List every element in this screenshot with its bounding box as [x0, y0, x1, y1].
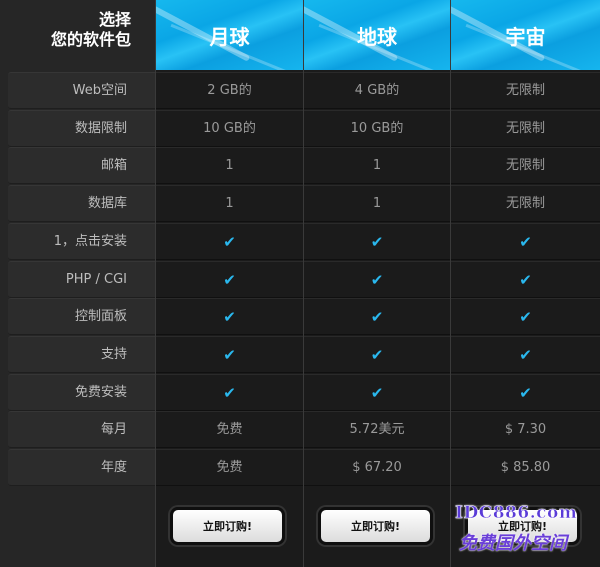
feature-value: 1: [156, 185, 303, 223]
feature-value: $ 85.80: [451, 449, 600, 486]
feature-value: $ 7.30: [451, 411, 600, 449]
check-icon: ✔: [451, 298, 600, 336]
table-row: 每月 免费 5.72美元 $ 7.30: [0, 411, 600, 449]
table-row: 邮箱 1 1 无限制: [0, 147, 600, 185]
check-icon: ✔: [156, 298, 303, 336]
plan-name: 地球: [357, 24, 397, 49]
plan-name: 宇宙: [505, 24, 546, 49]
check-icon: ✔: [304, 298, 450, 336]
check-icon: ✔: [304, 260, 450, 298]
order-button-universe[interactable]: 立即订购!: [465, 507, 580, 545]
feature-value: 免费: [156, 449, 303, 486]
feature-value: 无限制: [451, 72, 600, 109]
pricing-table: 选择 您的软件包 月球 地球 宇宙 Web空间 2 GB的 4 GB的 无限制 数据限制…: [0, 0, 600, 567]
feature-value: 1: [304, 185, 450, 223]
table-row: 数据库 1 1 无限制: [0, 185, 600, 223]
plan-header-earth: 地球: [304, 0, 450, 70]
choose-package-title: 选择 您的软件包: [0, 0, 155, 70]
feature-value: 1: [304, 147, 450, 185]
feature-label: 年度: [8, 449, 155, 486]
feature-label: 每月: [8, 411, 155, 449]
feature-value: $ 67.20: [304, 449, 450, 486]
feature-value: 无限制: [451, 147, 600, 185]
feature-value: 10 GB的: [304, 109, 450, 147]
plan-header-moon: 月球: [156, 0, 303, 70]
feature-label: 数据限制: [8, 109, 155, 147]
check-icon: ✔: [156, 260, 303, 298]
check-icon: ✔: [451, 335, 600, 373]
table-row: 免费安装 ✔ ✔ ✔: [0, 373, 600, 411]
feature-label: PHP / CGI: [8, 260, 155, 298]
table-row: 支持 ✔ ✔ ✔: [0, 335, 600, 373]
feature-value: 1: [156, 147, 303, 185]
feature-label: Web空间: [8, 72, 155, 109]
order-button-earth[interactable]: 立即订购!: [318, 507, 433, 545]
table-row: PHP / CGI ✔ ✔ ✔: [0, 260, 600, 298]
feature-label: 邮箱: [8, 147, 155, 185]
table-row: 控制面板 ✔ ✔ ✔: [0, 298, 600, 336]
table-row: 数据限制 10 GB的 10 GB的 无限制: [0, 109, 600, 147]
feature-value: 无限制: [451, 185, 600, 223]
feature-value: 免费: [156, 411, 303, 449]
plan-header-universe: 宇宙: [451, 0, 600, 70]
table-row: 1，点击安装 ✔ ✔ ✔: [0, 222, 600, 260]
table-row: 年度 免费 $ 67.20 $ 85.80: [0, 449, 600, 486]
check-icon: ✔: [451, 260, 600, 298]
order-button-moon[interactable]: 立即订购!: [170, 507, 285, 545]
feature-value: 无限制: [451, 109, 600, 147]
check-icon: ✔: [156, 373, 303, 411]
feature-value: 4 GB的: [304, 72, 450, 109]
feature-value: 10 GB的: [156, 109, 303, 147]
table-row: Web空间 2 GB的 4 GB的 无限制: [0, 72, 600, 109]
check-icon: ✔: [156, 335, 303, 373]
check-icon: ✔: [451, 373, 600, 411]
check-icon: ✔: [156, 222, 303, 260]
feature-label: 控制面板: [8, 298, 155, 336]
feature-label: 支持: [8, 335, 155, 373]
feature-label: 1，点击安装: [8, 222, 155, 260]
plan-name: 月球: [209, 24, 250, 49]
check-icon: ✔: [304, 222, 450, 260]
feature-value: 5.72美元: [304, 411, 450, 449]
feature-label: 数据库: [8, 185, 155, 223]
choose-title-line2: 您的软件包: [50, 30, 131, 49]
feature-value: 2 GB的: [156, 72, 303, 109]
check-icon: ✔: [304, 373, 450, 411]
check-icon: ✔: [304, 335, 450, 373]
feature-label: 免费安装: [8, 373, 155, 411]
choose-title-line1: 选择: [98, 10, 131, 29]
check-icon: ✔: [451, 222, 600, 260]
